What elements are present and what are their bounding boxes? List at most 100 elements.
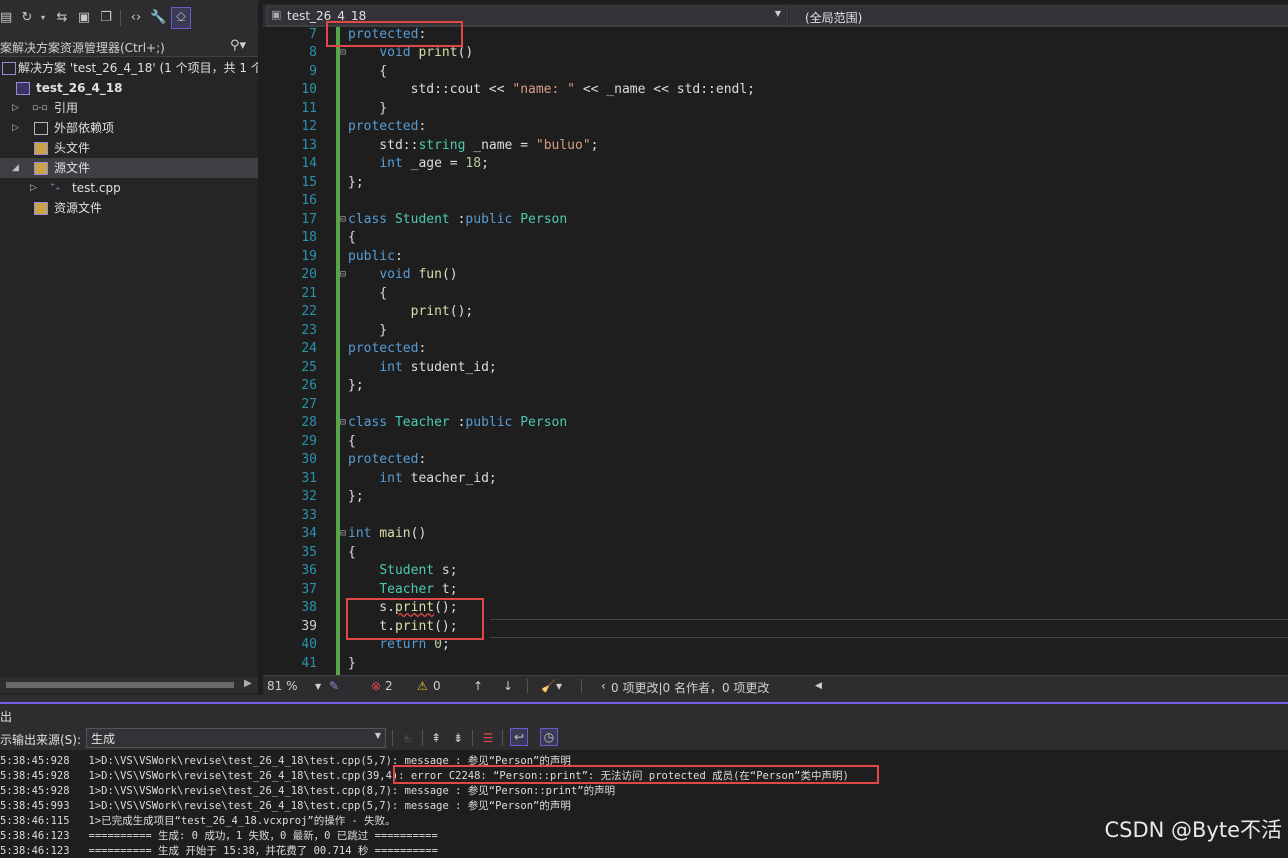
line-number: 25 — [301, 360, 317, 375]
output-line: 5:38:46:123 ========== 生成 开始于 15:38，并花费了… — [0, 845, 438, 857]
annotation-box — [393, 765, 879, 784]
cpp-file-icon: ⁺₊ — [50, 182, 61, 193]
tree-label: 资源文件 — [54, 201, 103, 215]
code-line[interactable]: { — [348, 434, 356, 449]
search-icon[interactable]: ⚲▾ — [230, 38, 246, 53]
error-count[interactable]: 2 — [385, 679, 393, 693]
horizontal-scrollbar[interactable]: ▶ — [0, 677, 258, 693]
code-line[interactable]: int teacher_id; — [348, 471, 496, 486]
line-number: 36 — [301, 563, 317, 578]
code-line[interactable]: protected: — [348, 341, 426, 356]
next-issue-icon[interactable]: ↓ — [503, 679, 513, 693]
code-line[interactable]: std::string _name = "buluo"; — [348, 138, 598, 153]
warning-count[interactable]: 0 — [433, 679, 441, 693]
chevron-down-icon[interactable]: ▼ — [375, 731, 381, 740]
code-line[interactable]: }; — [348, 175, 364, 190]
code-line[interactable]: int student_id; — [348, 360, 496, 375]
code-line[interactable]: class Teacher :public Person — [348, 415, 567, 430]
zoom-level[interactable]: 81 % — [267, 679, 298, 693]
tree-item-header-files[interactable]: 头文件 — [0, 138, 258, 158]
fold-toggle-icon[interactable]: ⊟ — [340, 269, 346, 280]
scope-combo[interactable]: (全局范围) — [790, 6, 1288, 26]
code-line[interactable]: int main() — [348, 526, 426, 541]
output-line: 5:38:45:993 1>D:\VS\VSWork\revise\test_2… — [0, 800, 571, 812]
tree-item-resource-files[interactable]: 资源文件 — [0, 198, 258, 218]
code-line[interactable]: int _age = 18; — [348, 156, 489, 171]
show-all-files-icon[interactable]: ❐ — [98, 10, 114, 26]
line-number: 37 — [301, 582, 317, 597]
code-line[interactable]: { — [348, 230, 356, 245]
chevron-down-icon[interactable]: ▾ — [38, 10, 48, 26]
scroll-left-icon[interactable]: ◀ — [815, 681, 822, 691]
collapse-all-icon[interactable]: ▣ — [76, 10, 92, 26]
intellicode-icon[interactable]: ✎ — [329, 679, 339, 693]
code-line[interactable]: void fun() — [348, 267, 457, 282]
collapse-arrow-icon[interactable]: ◢ — [12, 158, 22, 178]
view-code-icon[interactable]: ‹› — [128, 10, 144, 26]
code-line[interactable]: { — [348, 286, 387, 301]
code-line[interactable]: } — [348, 101, 387, 116]
code-line[interactable]: { — [348, 64, 387, 79]
code-line[interactable]: std::cout << "name: " << _name << std::e… — [348, 82, 755, 97]
previous-issue-icon[interactable]: ↑ — [473, 679, 483, 693]
code-line[interactable]: } — [348, 323, 387, 338]
pending-changes-icon[interactable]: ⇆ — [54, 10, 70, 26]
folder-filter-icon — [34, 202, 48, 215]
code-line[interactable]: protected: — [348, 452, 426, 467]
codelens-changes[interactable]: 0 项更改|0 名作者，0 项更改 — [611, 679, 769, 696]
fold-toggle-icon[interactable]: ⊟ — [340, 47, 346, 58]
previous-message-icon[interactable]: ⇞ — [428, 730, 444, 746]
expand-arrow-icon[interactable]: ▷ — [12, 98, 22, 118]
tree-item-external-deps[interactable]: ▷ 外部依赖项 — [0, 118, 258, 138]
expand-arrow-icon[interactable]: ▷ — [30, 178, 40, 198]
code-line[interactable]: void print() — [348, 45, 473, 60]
tree-item-project[interactable]: test_26_4_18 — [0, 78, 258, 98]
code-line[interactable]: protected: — [348, 119, 426, 134]
line-number: 33 — [301, 508, 317, 523]
tree-item-solution[interactable]: 解决方案 'test_26_4_18' (1 个项目，共 1 个) — [0, 58, 258, 78]
code-line[interactable]: { — [348, 545, 356, 560]
line-number: 29 — [301, 434, 317, 449]
clear-all-icon[interactable]: ☰ — [480, 730, 496, 746]
history-icon[interactable]: ↻ — [20, 10, 34, 26]
code-line[interactable]: Student s; — [348, 563, 457, 578]
line-number: 24 — [301, 341, 317, 356]
code-line[interactable]: public: — [348, 249, 403, 264]
word-wrap-icon[interactable]: ↩ — [510, 728, 528, 746]
scroll-right-icon[interactable]: ▶ — [244, 678, 252, 689]
solution-explorer-search[interactable]: 案解决方案资源管理器(Ctrl+;) ⚲▾ — [0, 36, 258, 57]
chevron-down-icon[interactable]: ▼ — [775, 9, 781, 18]
code-line[interactable]: } — [348, 656, 356, 671]
line-number: 19 — [301, 249, 317, 264]
chevron-left-icon[interactable]: ‹ — [601, 679, 606, 693]
go-to-line-icon[interactable]: ⎁ — [400, 730, 416, 746]
output-source-select[interactable]: 生成 ▼ — [86, 728, 386, 748]
fold-toggle-icon[interactable]: ⊟ — [340, 528, 346, 539]
editor-status-bar: 81 % ▼ ✎ ⊗ 2 ⚠ 0 ↑ ↓ 🧹▾ ‹ 0 项更改|0 名作者，0 … — [263, 675, 1288, 696]
code-line[interactable]: }; — [348, 489, 364, 504]
line-number: 9 — [309, 64, 317, 79]
expand-arrow-icon[interactable]: ▷ — [12, 118, 22, 138]
next-message-icon[interactable]: ⇟ — [450, 730, 466, 746]
timestamp-clock-icon[interactable]: ◷ — [540, 728, 558, 746]
tree-item-references[interactable]: ▷ ▫-▫ 引用 — [0, 98, 258, 118]
sync-icon[interactable]: ▤ — [0, 10, 12, 26]
code-cleanup-icon[interactable]: 🧹▾ — [541, 679, 562, 693]
error-icon: ⊗ — [371, 679, 382, 693]
code-line[interactable]: print(); — [348, 304, 474, 319]
tree-item-test-cpp[interactable]: ▷ ⁺₊ test.cpp — [0, 178, 258, 198]
code-line[interactable]: class Student :public Person — [348, 212, 567, 227]
scrollbar-thumb[interactable] — [6, 682, 234, 688]
output-line: 5:38:45:928 1>D:\VS\VSWork\revise\test_2… — [0, 785, 616, 797]
chevron-down-icon[interactable]: ▼ — [315, 682, 321, 691]
output-title: 出 — [0, 710, 13, 724]
properties-wrench-icon[interactable]: 🔧 — [150, 10, 166, 26]
fold-toggle-icon[interactable]: ⊟ — [340, 417, 346, 428]
panel-splitter[interactable] — [0, 695, 1288, 704]
fold-toggle-icon[interactable]: ⊟ — [340, 214, 346, 225]
code-line[interactable]: }; — [348, 378, 364, 393]
code-line[interactable]: Teacher t; — [348, 582, 457, 597]
line-number: 11 — [301, 101, 317, 116]
preview-selected-icon[interactable]: ⎐ — [171, 7, 191, 29]
tree-item-source-files[interactable]: ◢ 源文件 — [0, 158, 258, 178]
